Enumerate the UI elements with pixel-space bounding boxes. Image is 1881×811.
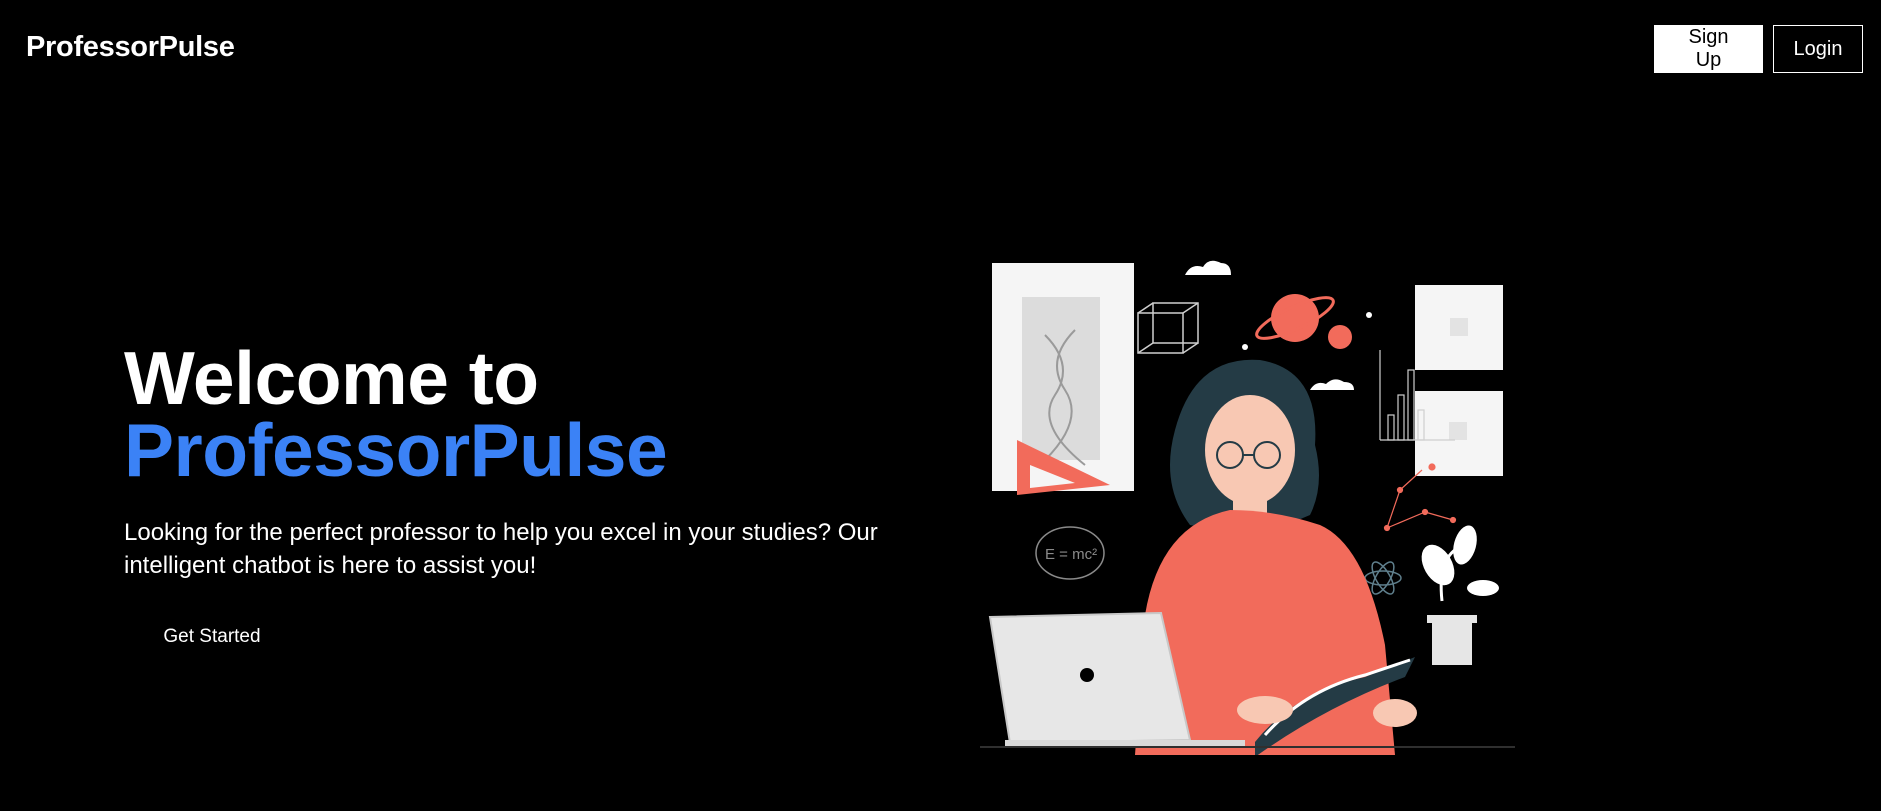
signup-button[interactable]: Sign Up bbox=[1654, 25, 1763, 73]
header-nav: Sign Up Login bbox=[1654, 25, 1863, 73]
get-started-button[interactable]: Get Started bbox=[124, 618, 300, 656]
hero-title: Welcome to ProfessorPulse bbox=[124, 336, 964, 492]
hero-title-line1: Welcome to bbox=[124, 336, 539, 420]
login-button[interactable]: Login bbox=[1773, 25, 1863, 73]
hero-illustration: E = mc² bbox=[980, 260, 1515, 755]
plant-icon bbox=[1421, 525, 1499, 665]
hero-section: Welcome to ProfessorPulse Looking for th… bbox=[124, 336, 964, 582]
hero-description: Looking for the perfect professor to hel… bbox=[124, 519, 878, 579]
cube-icon bbox=[1137, 302, 1199, 354]
formula-text: E = mc² bbox=[1045, 546, 1097, 563]
cloud-icon bbox=[1185, 260, 1231, 275]
hero-title-brand: ProfessorPulse bbox=[124, 408, 668, 492]
brand-logo[interactable]: ProfessorPulse bbox=[26, 31, 235, 64]
landing-page: ProfessorPulse Sign Up Login Welcome to … bbox=[0, 0, 1881, 811]
